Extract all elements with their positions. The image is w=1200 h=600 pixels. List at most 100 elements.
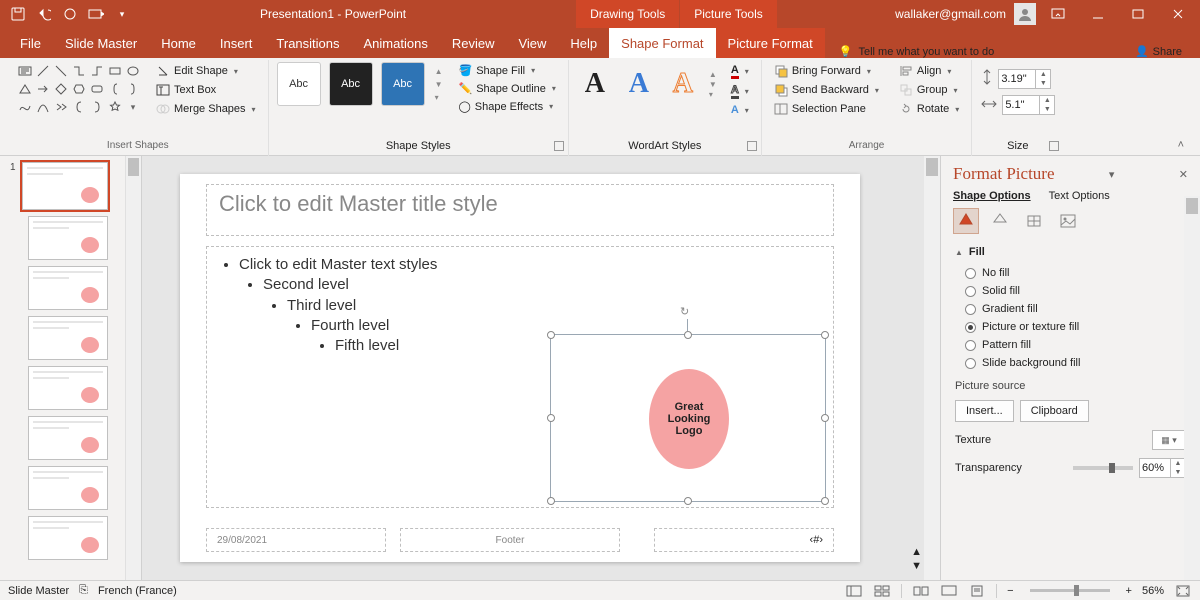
logo-picture[interactable]: Great Looking Logo xyxy=(649,369,729,469)
dialog-launcher-icon[interactable] xyxy=(1049,141,1059,151)
insert-picture-button[interactable]: Insert... xyxy=(955,400,1014,422)
selection-pane-button[interactable]: Selection Pane xyxy=(770,100,883,118)
layout-thumbnail-3[interactable] xyxy=(28,316,108,360)
date-placeholder[interactable]: 29/08/2021 xyxy=(206,528,386,552)
wa-gallery-down-icon[interactable]: ▼ xyxy=(709,80,717,89)
zoom-level[interactable]: 56% xyxy=(1142,585,1164,597)
shape-elbow-icon[interactable] xyxy=(70,62,88,80)
shape-width-input[interactable]: ▲▼ xyxy=(1002,95,1055,115)
style-swatch-black[interactable]: Abc xyxy=(329,62,373,106)
tab-shape-format[interactable]: Shape Format xyxy=(609,28,715,58)
shape-diamond-icon[interactable] xyxy=(52,80,70,98)
style-swatch-blue[interactable]: Abc xyxy=(381,62,425,106)
gallery-more-icon[interactable]: ▾ xyxy=(433,91,445,104)
zoom-in-icon[interactable]: + xyxy=(1126,585,1132,597)
layout-thumbnail-4[interactable] xyxy=(28,366,108,410)
resize-handle[interactable] xyxy=(821,414,829,422)
shape-gallery-more-icon[interactable]: ▾ xyxy=(124,98,142,116)
tab-picture-format[interactable]: Picture Format xyxy=(716,28,825,58)
texture-dropdown[interactable]: ▦ ▾ xyxy=(1152,430,1186,450)
style-swatch-white[interactable]: Abc xyxy=(277,62,321,106)
rotate-handle-icon[interactable]: ↻ xyxy=(680,305,696,321)
shape-elbow2-icon[interactable] xyxy=(88,62,106,80)
dialog-launcher-icon[interactable] xyxy=(747,141,757,151)
canvas-scrollbar[interactable] xyxy=(924,156,940,580)
resize-handle[interactable] xyxy=(821,331,829,339)
shape-rbrace-icon[interactable] xyxy=(88,98,106,116)
account-email[interactable]: wallaker@gmail.com xyxy=(895,7,1006,21)
shape-freeform-icon[interactable] xyxy=(16,98,34,116)
maximize-icon[interactable] xyxy=(1120,0,1156,28)
tab-animations[interactable]: Animations xyxy=(352,28,440,58)
rotate-button[interactable]: Rotate▾ xyxy=(895,100,963,118)
shape-brace-right-icon[interactable] xyxy=(124,80,142,98)
layout-thumbnail-5[interactable] xyxy=(28,416,108,460)
tab-review[interactable]: Review xyxy=(440,28,507,58)
tab-shape-options[interactable]: Shape Options xyxy=(953,190,1031,202)
shape-roundrect-icon[interactable] xyxy=(88,80,106,98)
text-outline-button[interactable]: A▾ xyxy=(727,82,753,101)
transparency-input[interactable]: ▲▼ xyxy=(1139,458,1186,478)
shape-oval-icon[interactable] xyxy=(124,62,142,80)
shape-rect-icon[interactable] xyxy=(106,62,124,80)
minimize-icon[interactable] xyxy=(1080,0,1116,28)
tab-slide-master[interactable]: Slide Master xyxy=(53,28,149,58)
pane-options-icon[interactable]: ▾ xyxy=(1109,168,1115,181)
title-placeholder[interactable]: Click to edit Master title style xyxy=(206,184,834,236)
edit-shape-button[interactable]: Edit Shape▾ xyxy=(152,62,260,80)
fill-section-header[interactable]: ▲Fill xyxy=(955,246,1186,258)
wordart-style-3[interactable]: A xyxy=(665,62,701,106)
zoom-slider[interactable] xyxy=(1030,589,1110,592)
tab-insert[interactable]: Insert xyxy=(208,28,265,58)
shape-brace-left-icon[interactable] xyxy=(106,80,124,98)
tab-file[interactable]: File xyxy=(8,28,53,58)
fill-line-icon[interactable] xyxy=(953,208,979,234)
zoom-out-icon[interactable]: − xyxy=(1007,585,1013,597)
text-fill-button[interactable]: A▾ xyxy=(727,62,753,81)
tab-transitions[interactable]: Transitions xyxy=(264,28,351,58)
shape-fill-button[interactable]: 🪣Shape Fill▾ xyxy=(454,62,559,79)
tab-home[interactable]: Home xyxy=(149,28,208,58)
normal-view-icon[interactable] xyxy=(845,584,863,598)
transparency-slider[interactable] xyxy=(1073,466,1133,470)
language-indicator[interactable]: French (France) xyxy=(98,585,177,597)
master-thumbnail[interactable] xyxy=(22,162,108,210)
shape-gallery[interactable]: ▾ xyxy=(16,62,142,116)
notes-icon[interactable] xyxy=(968,584,986,598)
ribbon-display-options-icon[interactable] xyxy=(1040,0,1076,28)
radio-picture-fill[interactable]: Picture or texture fill xyxy=(955,318,1186,336)
text-box-button[interactable]: Text Box xyxy=(152,81,260,99)
picture-properties-icon[interactable] xyxy=(1055,208,1081,234)
qat-customize-icon[interactable]: ▾ xyxy=(110,2,134,26)
canvas-nav-arrows[interactable]: ▲▼ xyxy=(911,546,922,572)
shape-line2-icon[interactable] xyxy=(52,62,70,80)
shape-triangle-icon[interactable] xyxy=(16,80,34,98)
shape-arrow-icon[interactable] xyxy=(34,80,52,98)
tab-text-options[interactable]: Text Options xyxy=(1049,190,1110,202)
gallery-down-icon[interactable]: ▼ xyxy=(433,78,445,91)
selected-shape[interactable]: ↻ Great Looking Logo xyxy=(550,334,826,502)
fit-to-window-icon[interactable] xyxy=(1174,584,1192,598)
slideshow-icon[interactable] xyxy=(940,584,958,598)
resize-handle[interactable] xyxy=(684,497,692,505)
slide-sorter-icon[interactable] xyxy=(873,584,891,598)
wa-gallery-more-icon[interactable]: ▾ xyxy=(709,90,717,99)
text-effects-button[interactable]: A▾ xyxy=(727,102,753,118)
bring-forward-button[interactable]: Bring Forward▾ xyxy=(770,62,883,80)
shape-outline-button[interactable]: ✏️Shape Outline▾ xyxy=(454,80,559,97)
wa-gallery-up-icon[interactable]: ▲ xyxy=(709,70,717,79)
collapse-ribbon-icon[interactable]: ˄ xyxy=(1170,135,1192,155)
shape-effects-button[interactable]: ◯Shape Effects▾ xyxy=(454,98,559,115)
layout-thumbnail-7[interactable] xyxy=(28,516,108,560)
layout-thumbnail-1[interactable] xyxy=(28,216,108,260)
wordart-gallery[interactable]: A A A ▲ ▼ ▾ xyxy=(577,62,717,106)
radio-slide-bg-fill[interactable]: Slide background fill xyxy=(955,354,1186,372)
effects-icon[interactable] xyxy=(987,208,1013,234)
share-button[interactable]: 👤 Share xyxy=(1135,45,1200,58)
align-button[interactable]: Align▾ xyxy=(895,62,963,80)
thumbnail-pane[interactable]: 1 xyxy=(0,156,142,580)
slide-number-placeholder[interactable]: ‹#› xyxy=(654,528,834,552)
size-properties-icon[interactable] xyxy=(1021,208,1047,234)
clipboard-button[interactable]: Clipboard xyxy=(1020,400,1089,422)
shape-height-input[interactable]: ▲▼ xyxy=(998,69,1051,89)
